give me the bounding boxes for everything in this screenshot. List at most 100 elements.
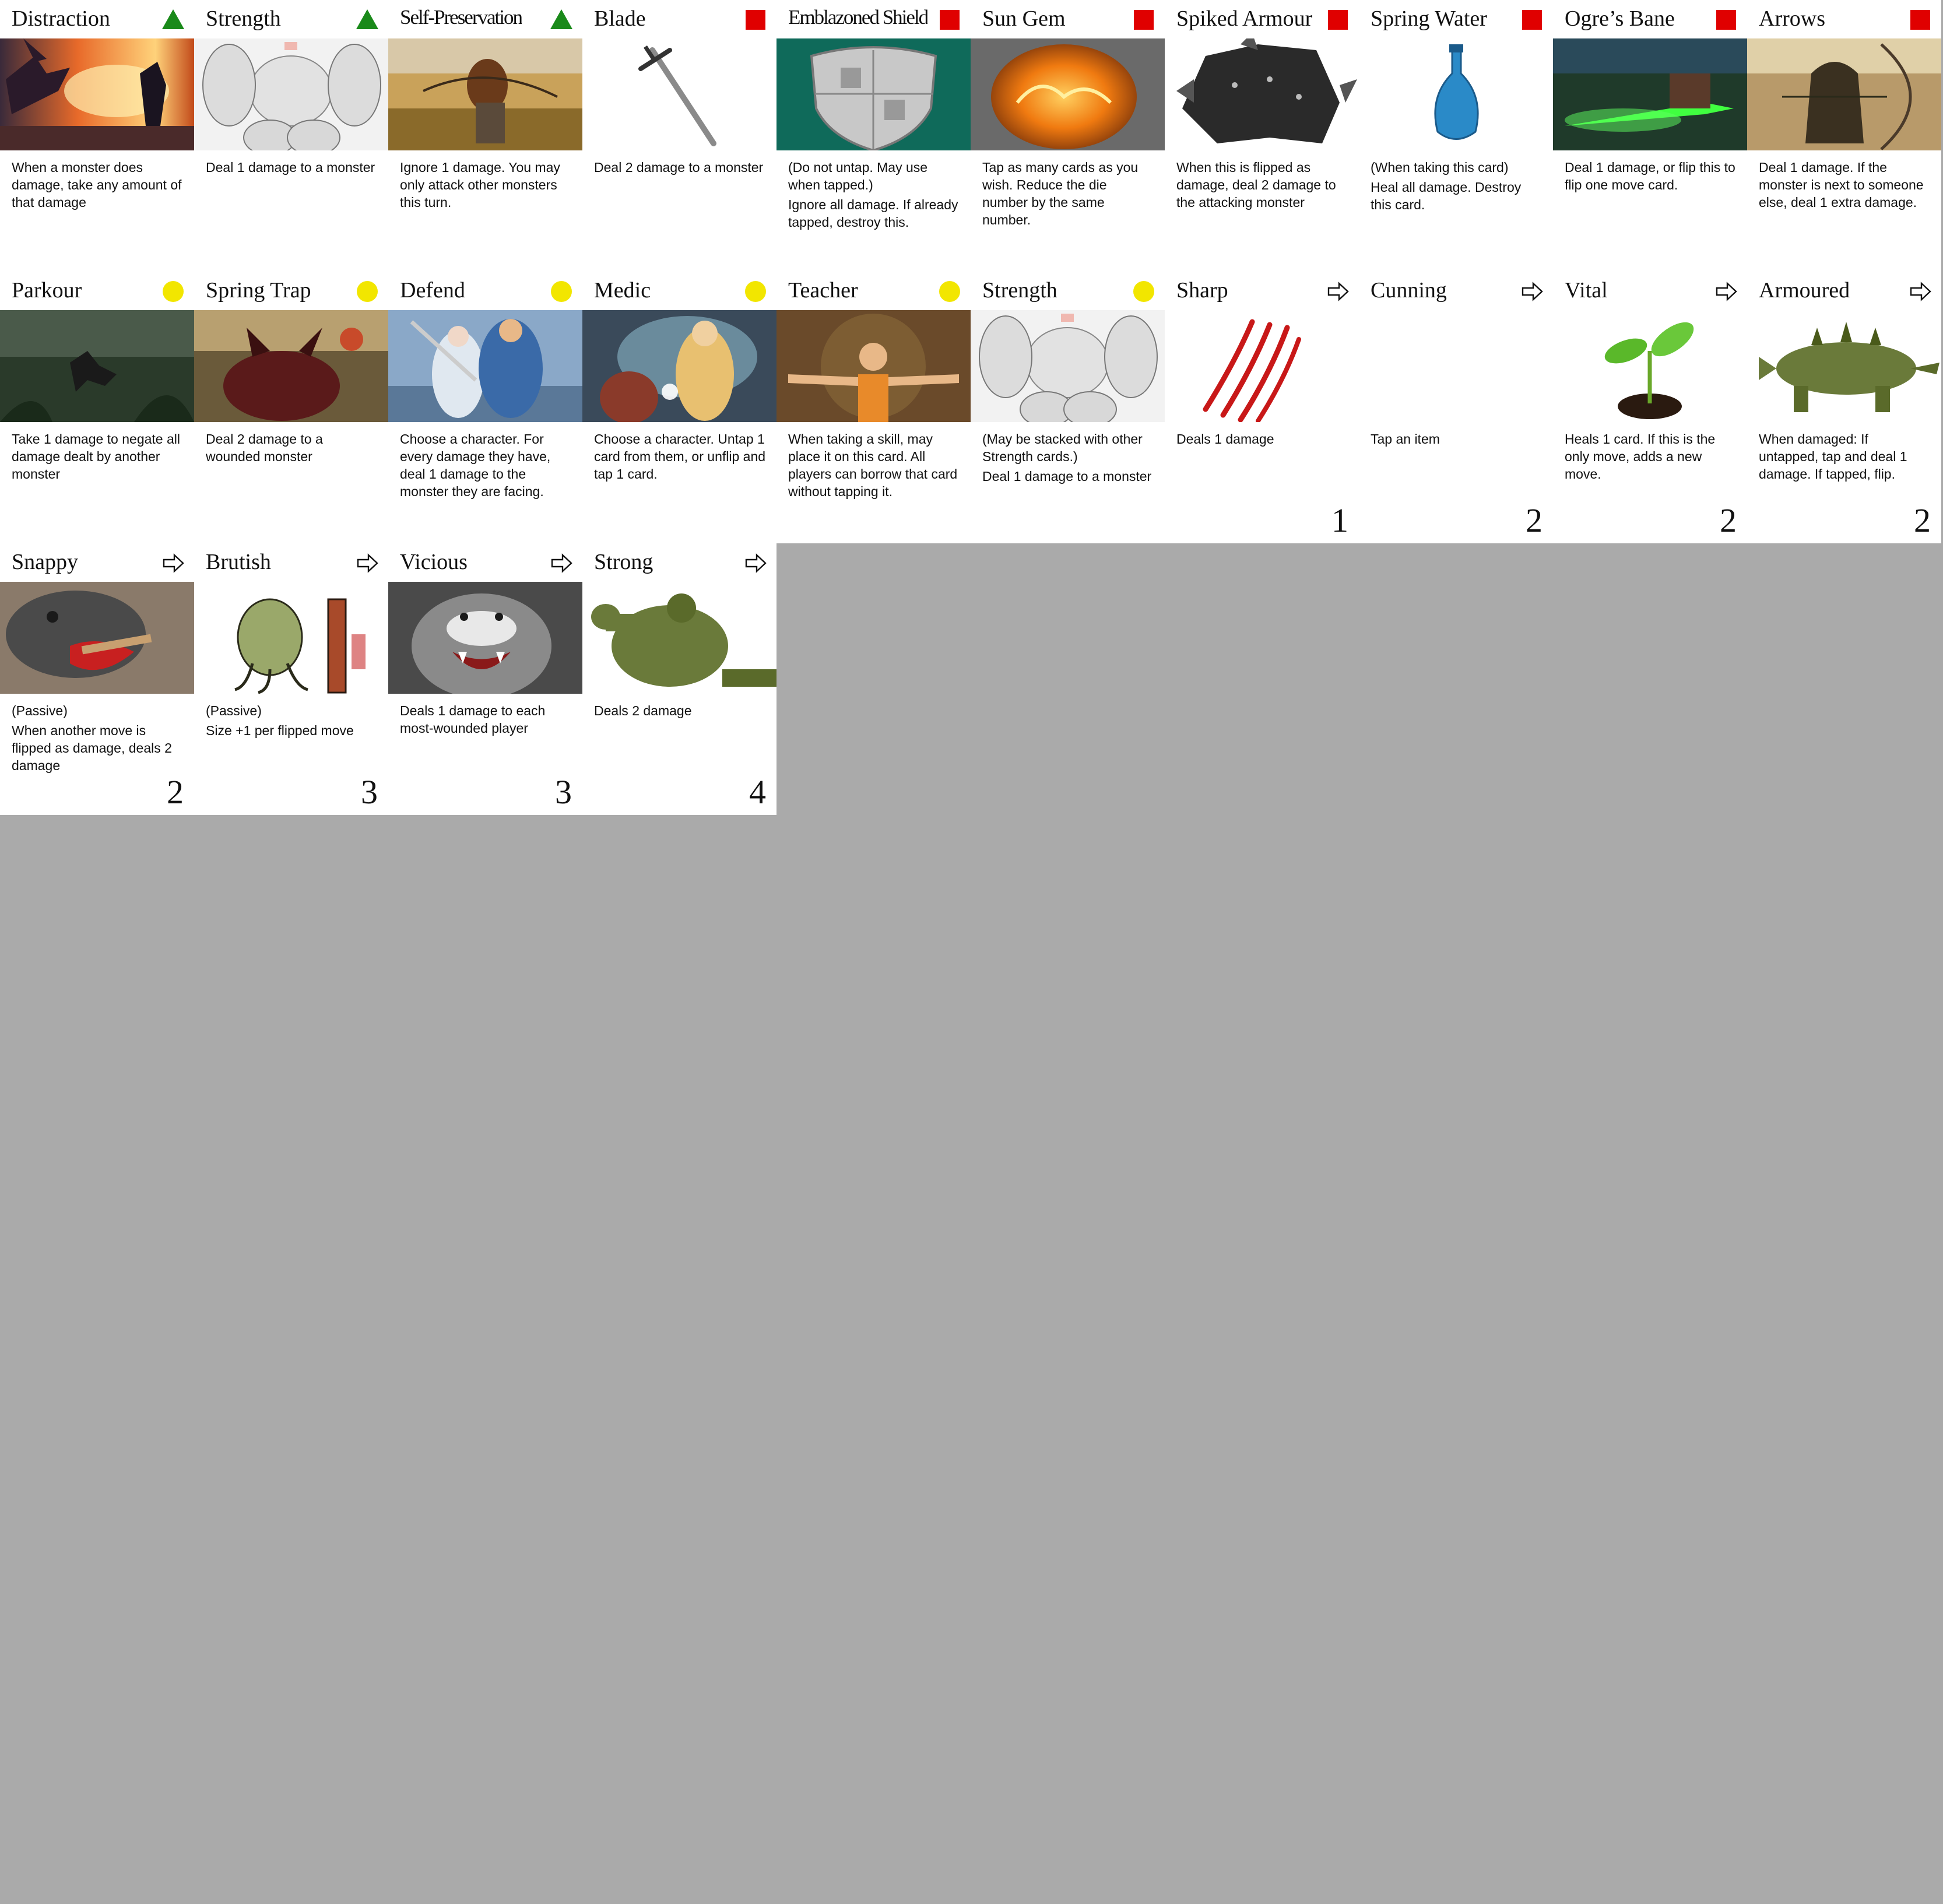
description-line: Take 1 damage to negate all damage dealt…: [12, 431, 180, 482]
warriors-blue-illustration: [388, 310, 582, 422]
card-title: Cunning: [1371, 278, 1447, 303]
card-strength[interactable]: Strength (May be stacked with other Stre…: [971, 272, 1165, 543]
card-title: Snappy: [12, 550, 78, 574]
card-parkour[interactable]: Parkour Take 1 damage to negate all dama…: [0, 272, 194, 543]
card-cost: 2: [1914, 501, 1931, 539]
muscle-sketch-illustration: [194, 38, 388, 150]
card-spiked-armour[interactable]: Spiked Armour When this is flipped as da…: [1165, 0, 1359, 272]
card-description: Tap as many cards as you wish. Reduce th…: [982, 159, 1155, 231]
card-title: Self-Preservation: [400, 6, 522, 29]
circle-icon: [550, 280, 573, 303]
card-description: (Passive) Size +1 per flipped move: [206, 702, 378, 742]
card-snappy[interactable]: Snappy (Passive) When another move is fli…: [0, 543, 194, 815]
blank-illustration: [1359, 310, 1553, 422]
square-icon: [1714, 8, 1738, 31]
card-arrows[interactable]: Arrows Deal 1 damage. If the monster is …: [1747, 0, 1941, 272]
tentacle-brute-illustration: [194, 582, 388, 694]
card-description: Take 1 damage to negate all damage dealt…: [12, 430, 184, 485]
description-line: (When taking this card): [1371, 160, 1509, 175]
sword-illustration: [582, 38, 777, 150]
snarling-wolf-illustration: [388, 582, 582, 694]
card-vital[interactable]: Vital Heals 1 card. If this is the only …: [1553, 272, 1747, 543]
card-emblazoned-shield[interactable]: Emblazoned Shield (Do not untap. May use…: [777, 0, 971, 272]
card-cost: 2: [1720, 501, 1737, 539]
arrow-icon: [1326, 280, 1350, 303]
card-sharp[interactable]: Sharp Deals 1 damage 1: [1165, 272, 1359, 543]
card-armoured[interactable]: Armoured When damaged: If untapped, tap …: [1747, 272, 1941, 543]
card-strength[interactable]: Strength Deal 1 damage to a monster: [194, 0, 388, 272]
card-strong[interactable]: Strong Deals 2 damage 4: [582, 543, 777, 815]
card-sun-gem[interactable]: Sun Gem Tap as many cards as you wish. R…: [971, 0, 1165, 272]
arrow-icon: [356, 551, 379, 575]
description-line: When another move is flipped as damage, …: [12, 723, 172, 773]
green-dagger-illustration: [1553, 38, 1747, 150]
card-description: (May be stacked with other Strength card…: [982, 430, 1155, 487]
card-defend[interactable]: Defend Choose a character. For every dam…: [388, 272, 582, 543]
jungle-leap-illustration: [0, 310, 194, 422]
circle-icon: [356, 280, 379, 303]
card-cunning[interactable]: Cunning Tap an item 2: [1359, 272, 1553, 543]
card-self-preservation[interactable]: Self-Preservation Ignore 1 damage. You m…: [388, 0, 582, 272]
card-ogre-s-bane[interactable]: Ogre’s Bane Deal 1 damage, or flip this …: [1553, 0, 1747, 272]
card-title: Teacher: [788, 278, 858, 303]
card-cost: 3: [361, 773, 378, 811]
card-title: Spring Trap: [206, 278, 311, 303]
card-distraction[interactable]: Distraction When a monster does damage, …: [0, 0, 194, 272]
triangle-icon: [550, 8, 573, 31]
card-brutish[interactable]: Brutish (Passive) Size +1 per flipped mov…: [194, 543, 388, 815]
description-line: Deal 1 damage to a monster: [206, 160, 375, 175]
description-line: (May be stacked with other Strength card…: [982, 431, 1143, 464]
card-description: (When taking this card) Heal all damage. …: [1371, 159, 1543, 216]
card-description: When taking a skill, may place it on thi…: [788, 430, 961, 503]
description-line: Deals 1 damage: [1176, 431, 1274, 447]
card-spring-trap[interactable]: Spring Trap Deal 2 damage to a wounded m…: [194, 272, 388, 543]
card-description: Deal 1 damage. If the monster is next to…: [1759, 159, 1931, 213]
card-title: Blade: [594, 6, 646, 31]
card-description: (Do not untap. May use when tapped.) Igno…: [788, 159, 961, 233]
card-title: Arrows: [1759, 6, 1825, 31]
description-line: Deal 1 damage. If the monster is next to…: [1759, 160, 1924, 210]
description-line: Deals 2 damage: [594, 703, 692, 718]
card-description: Tap an item: [1371, 430, 1543, 450]
card-medic[interactable]: Medic Choose a character. Untap 1 card f…: [582, 272, 777, 543]
card-title: Emblazoned Shield: [788, 6, 928, 29]
description-line: Tap as many cards as you wish. Reduce th…: [982, 160, 1139, 227]
archer-field-illustration: [388, 38, 582, 150]
card-title: Vital: [1565, 278, 1608, 303]
circle-icon: [161, 280, 185, 303]
description-line: (Do not untap. May use when tapped.): [788, 160, 928, 192]
card-description: Deal 2 damage to a wounded monster: [206, 430, 378, 468]
arrow-icon: [1520, 280, 1544, 303]
sprout-illustration: [1553, 310, 1747, 422]
card-title: Distraction: [12, 6, 110, 31]
description-line: Deal 2 damage to a wounded monster: [206, 431, 323, 464]
description-line: Choose a character. Untap 1 card from th…: [594, 431, 766, 482]
card-description: Deals 1 damage: [1176, 430, 1349, 450]
card-vicious[interactable]: Vicious Deals 1 damage to each most-woun…: [388, 543, 582, 815]
description-line: Deals 1 damage to each most-wounded play…: [400, 703, 546, 736]
card-spring-water[interactable]: Spring Water (When taking this card) Heal…: [1359, 0, 1553, 272]
description-line: Heal all damage. Destroy this card.: [1371, 180, 1522, 212]
card-title: Armoured: [1759, 278, 1850, 303]
description-line: (Passive): [206, 703, 262, 718]
card-title: Medic: [594, 278, 651, 303]
card-title: Spiked Armour: [1176, 6, 1313, 31]
description-line: Size +1 per flipped move: [206, 723, 354, 738]
green-giant-illustration: [582, 582, 777, 694]
hooded-archer-illustration: [1747, 38, 1941, 150]
description-line: Tap an item: [1371, 431, 1440, 447]
card-description: Deal 2 damage to a monster: [594, 159, 767, 178]
card-description: Choose a character. Untap 1 card from th…: [594, 430, 767, 485]
card-description: When a monster does damage, take any amo…: [12, 159, 184, 213]
description-line: Deal 2 damage to a monster: [594, 160, 764, 175]
dragon-battle-illustration: [0, 38, 194, 150]
card-blade[interactable]: Blade Deal 2 damage to a monster: [582, 0, 777, 272]
claw-marks-illustration: [1165, 310, 1359, 422]
description-line: Ignore all damage. If already tapped, de…: [788, 197, 958, 230]
card-description: Deals 1 damage to each most-wounded play…: [400, 702, 572, 739]
description-line: Choose a character. For every damage the…: [400, 431, 551, 499]
description-line: Deal 1 damage to a monster: [982, 469, 1152, 484]
card-description: Deals 2 damage: [594, 702, 767, 722]
card-teacher[interactable]: Teacher When taking a skill, may place i…: [777, 272, 971, 543]
arrow-icon: [1714, 280, 1738, 303]
